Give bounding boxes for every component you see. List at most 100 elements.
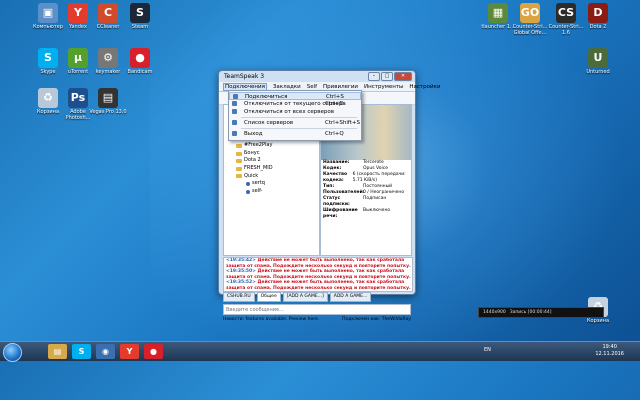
info-value: Выключено xyxy=(363,208,391,213)
tree-item[interactable]: #Free2Play xyxy=(224,142,319,150)
user-icon xyxy=(246,189,250,194)
menu-separator xyxy=(241,128,357,129)
dropdown-item[interactable]: Отключиться от всех серверов xyxy=(229,108,361,116)
record-resolution: 1440x900 xyxy=(483,310,506,315)
menu-item-icon xyxy=(232,109,237,114)
info-row: Шифрование речи: Выключено xyxy=(321,208,411,220)
dropdown-item[interactable]: Подключиться Ctrl+S xyxy=(229,92,361,100)
chat-tab[interactable]: ADD A GAME... xyxy=(329,292,372,302)
tree-item[interactable]: Dota 2 xyxy=(224,157,319,165)
window-titlebar[interactable]: TeamSpeak 3 – □ ✕ xyxy=(219,71,415,82)
channel-folder-icon xyxy=(236,143,242,148)
menu-item[interactable]: Self xyxy=(307,84,317,90)
maximize-button[interactable]: □ xyxy=(381,72,393,81)
desktop-icon[interactable]: S Steam xyxy=(120,3,160,30)
chat-tab[interactable]: CSHUB.RU xyxy=(223,292,255,302)
chat-log: <19:35:42> Действие не может быть выполн… xyxy=(223,257,413,292)
tree-item[interactable]: sertq xyxy=(224,180,319,188)
channel-folder-icon xyxy=(236,151,242,156)
tree-item-label: Бонус xyxy=(244,149,260,156)
dropdown-item-shortcut: Ctrl+D xyxy=(325,101,344,107)
desktop-icon[interactable]: D Dota 2 xyxy=(578,3,618,30)
desktop-icon-label: Unturned xyxy=(586,69,610,75)
chat-tab[interactable]: Общее xyxy=(256,292,281,302)
log-time: <19:35:52> xyxy=(226,280,256,285)
menu-item-icon xyxy=(232,120,237,125)
menu-item-icon xyxy=(233,94,238,99)
cs16-icon: CS xyxy=(556,3,576,23)
dropdown-item-shortcut: Ctrl+Shift+S xyxy=(325,120,360,126)
desktop-icon-label: Bandicam xyxy=(127,69,153,75)
tree-item-label: FRESH_MID xyxy=(244,164,273,171)
desktop-icon[interactable]: ▤ Vegas Pro 13.0 xyxy=(88,88,128,115)
taskbar: ▤ S ◉ Y ● EN 19:40 12.11.2016 xyxy=(0,341,640,362)
status-bar: Новости: features available. Preview her… xyxy=(223,317,411,326)
keymaker-icon: ⚙ xyxy=(98,48,118,68)
info-row: Статус подписки: Подписан xyxy=(321,196,411,208)
info-key: Качество кодека: xyxy=(323,172,348,183)
clock-date: 12.11.2016 xyxy=(595,351,624,357)
utorrent-icon: µ xyxy=(68,48,88,68)
menu-item[interactable]: Инструменты xyxy=(364,84,403,90)
menu-item[interactable]: Настройки xyxy=(409,84,440,90)
info-key: Статус подписки: xyxy=(323,196,350,207)
tree-item[interactable]: Quick xyxy=(224,173,319,181)
skype-icon[interactable]: S xyxy=(72,344,91,359)
menu-item[interactable]: Привилегии xyxy=(323,84,358,90)
status-news: Новости: features available. Preview her… xyxy=(223,317,320,322)
desktop-icon-label: Корзина xyxy=(586,318,610,324)
vegas-icon: ▤ xyxy=(98,88,118,108)
bandicam-overlay: 1440x900 Запись [00:00:44] xyxy=(478,307,604,318)
teamspeak-icon[interactable]: ◉ xyxy=(96,344,115,359)
dropdown-item-label: Список серверов xyxy=(244,120,294,126)
desktop-icon[interactable]: GO Counter-Stri... Global Offe... xyxy=(510,3,550,36)
dropdown-item[interactable]: Выход Ctrl+Q xyxy=(229,130,361,138)
bandicam-icon[interactable]: ● xyxy=(144,344,163,359)
log-time: <19:35:50> xyxy=(226,269,256,274)
photoshop-icon: Ps xyxy=(68,88,88,108)
user-icon xyxy=(246,181,250,186)
minimize-button[interactable]: – xyxy=(368,72,380,81)
yandex-icon[interactable]: Y xyxy=(120,344,139,359)
clock[interactable]: 19:40 12.11.2016 xyxy=(595,344,624,358)
tree-item[interactable]: Бонус xyxy=(224,150,319,158)
close-button[interactable]: ✕ xyxy=(394,72,412,81)
tree-item-label: self- xyxy=(252,187,263,194)
explorer-icon[interactable]: ▤ xyxy=(48,344,67,359)
window-title: TeamSpeak 3 xyxy=(224,73,265,80)
language-indicator[interactable]: EN xyxy=(484,347,491,353)
channel-folder-icon xyxy=(236,166,242,171)
tree-item-label: #Free2Play xyxy=(244,142,273,149)
menu-item[interactable]: Закладки xyxy=(273,84,301,90)
desktop-icon-label: Steam xyxy=(131,24,149,30)
record-status: Запись [00:00:44] xyxy=(509,310,552,315)
chat-input[interactable] xyxy=(223,304,411,315)
channel-folder-icon xyxy=(236,174,242,179)
connections-dropdown-menu: Подключиться Ctrl+S Отключиться от текущег… xyxy=(228,90,362,141)
info-value: 6 (скорость передачи: 5.71 KiB/s) xyxy=(352,172,406,183)
desktop-icon[interactable]: U Unturned xyxy=(578,48,618,75)
desktop-icon-label: Dota 2 xyxy=(589,24,607,30)
bandicam-icon: ● xyxy=(130,48,150,68)
desktop-icon[interactable]: ● Bandicam xyxy=(120,48,160,75)
csgo-icon: GO xyxy=(520,3,540,23)
status-connected: Подключен как: TheWildaRay xyxy=(342,317,411,322)
menu-item-icon xyxy=(232,131,237,136)
dropdown-item[interactable]: Отключиться от текущего сервера Ctrl+D xyxy=(229,100,361,108)
info-row: Качество кодека: 6 (скорость передачи: 5.… xyxy=(321,172,411,184)
dota2-icon: D xyxy=(588,3,608,23)
info-key: Шифрование речи: xyxy=(323,208,358,219)
menu-item-icon xyxy=(232,101,237,106)
yandex-icon: Y xyxy=(68,3,88,23)
channel-folder-icon xyxy=(236,159,242,164)
start-button[interactable] xyxy=(3,343,22,362)
tree-item[interactable]: self- xyxy=(224,188,319,196)
chat-tab[interactable]: [ADD A GAME...] xyxy=(282,292,328,302)
desktop-icon-label: Vegas Pro 13.0 xyxy=(89,109,127,115)
log-message: <19:35:52> Действие не может быть выполн… xyxy=(224,280,412,291)
tree-item[interactable]: FRESH_MID xyxy=(224,165,319,173)
recycle-bin-icon: ♻ xyxy=(38,88,58,108)
skype-icon: S xyxy=(38,48,58,68)
dropdown-item[interactable]: Список серверов Ctrl+Shift+S xyxy=(229,119,361,127)
tree-item-label: sertq xyxy=(252,180,265,187)
